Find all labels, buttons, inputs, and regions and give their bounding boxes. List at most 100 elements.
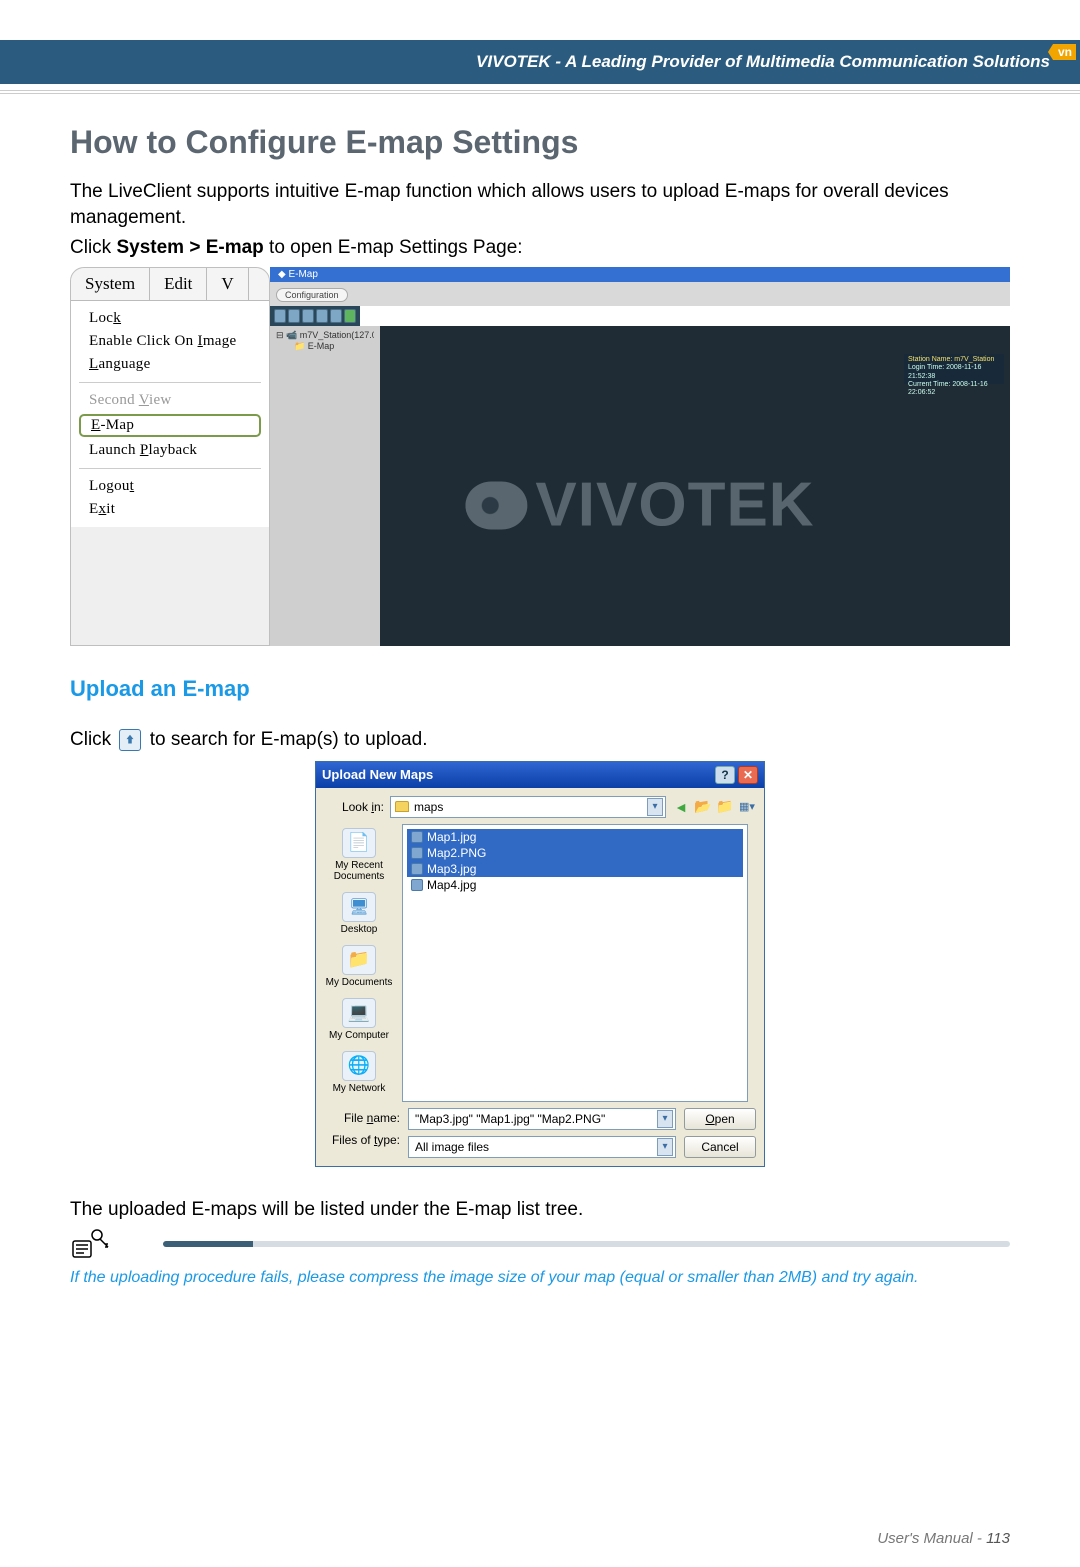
app-title-text: E-Map: [288, 269, 317, 280]
key-note-icon: [70, 1227, 110, 1261]
tab-edit[interactable]: Edit: [150, 268, 207, 300]
intro-paragraph: The LiveClient supports intuitive E-map …: [70, 179, 1010, 230]
filetype-label: Files of type:: [324, 1133, 400, 1147]
tool-icon[interactable]: [316, 309, 328, 323]
system-menu-dropdown: System Edit V Lock Enable Click On Image…: [70, 267, 270, 646]
tab-v[interactable]: V: [207, 268, 248, 300]
app-sidebar-tree: ⊟ 📹 m7V_Station(127.0.0.1) 📁 E-Map: [270, 326, 380, 646]
text: to search for E-map(s) to upload.: [150, 729, 428, 750]
heading-upload-emap: Upload an E-map: [70, 676, 1010, 702]
dialog-titlebar: Upload New Maps ? ✕: [316, 762, 764, 788]
menu-list: Lock Enable Click On Image Language Seco…: [71, 301, 269, 527]
divider: [0, 93, 1080, 94]
dialog-toolbar: ◄ 📂 📁 ▦▾: [672, 798, 756, 816]
tree-emap-node[interactable]: 📁 E-Map: [276, 341, 374, 352]
status-current-time: Current Time: 2008-11-16 22:06:52: [908, 381, 1000, 398]
note-block: [70, 1227, 1010, 1261]
dialog-title: Upload New Maps: [322, 767, 712, 782]
file-item[interactable]: Map4.jpg: [407, 877, 743, 893]
tab-system[interactable]: System: [71, 268, 150, 300]
file-item[interactable]: Map2.PNG: [407, 845, 743, 861]
dropdown-icon[interactable]: ▾: [657, 1138, 673, 1156]
filetype-field[interactable]: All image files ▾: [408, 1136, 676, 1158]
menu-separator: [79, 468, 261, 469]
file-list-pane[interactable]: Map1.jpg Map2.PNG Map3.jpg Map4.jpg: [402, 824, 748, 1102]
menu-item-enable-click-on-image[interactable]: Enable Click On Image: [71, 330, 269, 353]
configuration-button[interactable]: Configuration: [276, 288, 348, 302]
menu-item-lock[interactable]: Lock: [71, 307, 269, 330]
eye-icon: [465, 481, 527, 529]
place-my-network[interactable]: My Network: [333, 1051, 386, 1094]
menu-item-emap[interactable]: E-Map: [79, 414, 261, 437]
page-number: 113: [986, 1530, 1010, 1547]
page-footer: User's Manual - 113: [877, 1530, 1010, 1547]
status-login-time: Login Time: 2008-11-16 21:52:38: [908, 364, 1000, 381]
watermark-text: VIVOTEK: [535, 470, 814, 541]
place-my-documents[interactable]: My Documents: [326, 945, 393, 988]
app-icon-toolbar: [270, 306, 360, 326]
tool-icon-add[interactable]: [344, 309, 356, 323]
filetype-value: All image files: [415, 1140, 489, 1154]
filename-value: "Map3.jpg" "Map1.jpg" "Map2.PNG": [415, 1112, 605, 1126]
new-folder-icon[interactable]: 📁: [716, 798, 734, 816]
heading-configure-emap: How to Configure E-map Settings: [70, 124, 1010, 161]
lookin-label: Look in:: [324, 800, 384, 814]
close-button[interactable]: ✕: [738, 766, 758, 784]
filename-field[interactable]: "Map3.jpg" "Map1.jpg" "Map2.PNG" ▾: [408, 1108, 676, 1130]
app-titlebar: ◆ E-Map: [270, 267, 1010, 282]
menu-item-language[interactable]: Language: [71, 353, 269, 376]
brand-badge: vn: [1048, 44, 1076, 60]
back-icon[interactable]: ◄: [672, 798, 690, 816]
menu-separator: [79, 382, 261, 383]
view-menu-icon[interactable]: ▦▾: [738, 798, 756, 816]
vivotek-watermark: VIVOTEK: [465, 470, 814, 541]
footer-label: User's Manual -: [877, 1530, 986, 1547]
upload-icon: [119, 729, 141, 751]
emap-app-window: ◆ E-Map Configuration vn ⊟ 📹 m7V_Station…: [270, 267, 1010, 646]
open-button[interactable]: Open: [684, 1108, 756, 1130]
menu-item-exit[interactable]: Exit: [71, 498, 269, 521]
file-item[interactable]: Map3.jpg: [407, 861, 743, 877]
place-desktop[interactable]: Desktop: [341, 892, 378, 935]
menu-tabs: System Edit V: [71, 268, 269, 301]
instruction-click-upload: Click to search for E-map(s) to upload.: [70, 727, 1010, 753]
places-bar: My Recent Documents Desktop My Documents…: [316, 824, 402, 1102]
note-text: If the uploading procedure fails, please…: [70, 1267, 1010, 1289]
file-item[interactable]: Map1.jpg: [407, 829, 743, 845]
dropdown-icon[interactable]: ▾: [647, 798, 663, 816]
lookin-value: maps: [414, 800, 443, 814]
status-badge: Station Name: m7V_Station Login Time: 20…: [904, 354, 1004, 384]
filename-label: File name:: [324, 1111, 400, 1125]
menu-path: System > E-map: [116, 237, 263, 258]
menu-item-second-view: Second View: [71, 389, 269, 412]
up-one-level-icon[interactable]: 📂: [694, 798, 712, 816]
figure-system-menu-and-app: System Edit V Lock Enable Click On Image…: [70, 267, 1010, 646]
menu-item-logout[interactable]: Logout: [71, 475, 269, 498]
divider: [0, 90, 1080, 91]
upload-new-maps-dialog: Upload New Maps ? ✕ Look in: maps ▾ ◄ 📂 …: [315, 761, 765, 1167]
tool-icon[interactable]: [302, 309, 314, 323]
cancel-button[interactable]: Cancel: [684, 1136, 756, 1158]
tool-icon[interactable]: [288, 309, 300, 323]
image-file-icon: [411, 847, 423, 859]
tool-icon[interactable]: [330, 309, 342, 323]
text: to open E-map Settings Page:: [264, 237, 523, 258]
text: Click: [70, 729, 116, 750]
image-file-icon: [411, 863, 423, 875]
page-header: VIVOTEK - A Leading Provider of Multimed…: [0, 40, 1080, 84]
image-file-icon: [411, 831, 423, 843]
tool-icon[interactable]: [274, 309, 286, 323]
app-toolbar: Configuration vn: [270, 282, 1010, 306]
place-my-computer[interactable]: My Computer: [329, 998, 389, 1041]
instruction-open-emap: Click System > E-map to open E-map Setti…: [70, 235, 1010, 261]
tree-station[interactable]: ⊟ 📹 m7V_Station(127.0.0.1): [276, 330, 374, 341]
place-recent-documents[interactable]: My Recent Documents: [316, 828, 402, 882]
status-station: Station Name: m7V_Station: [908, 356, 1000, 364]
lookin-combo[interactable]: maps ▾: [390, 796, 666, 818]
menu-item-launch-playback[interactable]: Launch Playback: [71, 439, 269, 462]
help-button[interactable]: ?: [715, 766, 735, 784]
note-divider: [163, 1241, 1010, 1247]
image-file-icon: [411, 879, 423, 891]
app-body: ⊟ 📹 m7V_Station(127.0.0.1) 📁 E-Map VIVOT…: [270, 326, 1010, 646]
dropdown-icon[interactable]: ▾: [657, 1110, 673, 1128]
